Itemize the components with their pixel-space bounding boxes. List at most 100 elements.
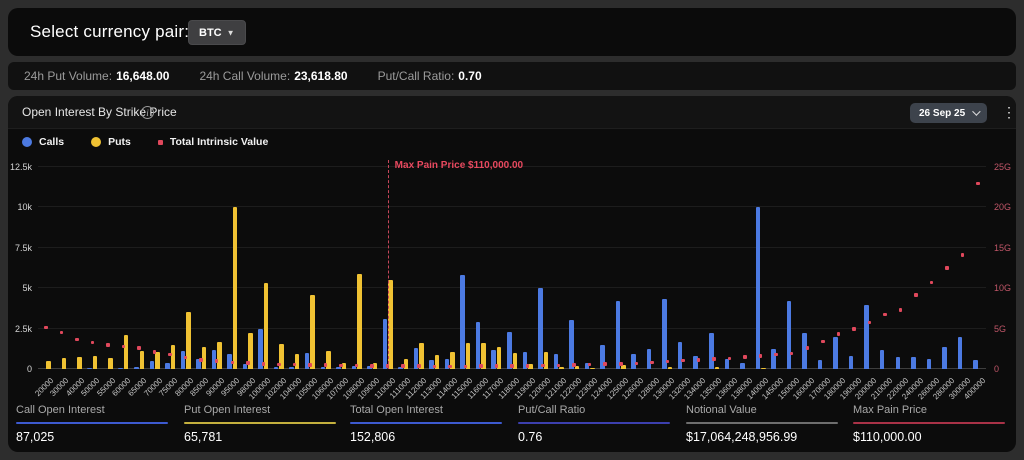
intrinsic-value-dot	[867, 320, 872, 325]
intrinsic-value-dot	[417, 364, 421, 368]
legend-item-intrinsic[interactable]: Total Intrinsic Value	[157, 136, 268, 148]
footer-stat: Notional Value $17,064,248,956.99	[686, 404, 838, 444]
put-bar	[77, 356, 82, 369]
info-icon[interactable]: i	[141, 106, 154, 119]
currency-dropdown[interactable]: BTC ▼	[188, 20, 246, 45]
call-bar	[942, 347, 947, 369]
call-bar	[677, 342, 683, 369]
legend-item-puts[interactable]: Puts	[91, 136, 131, 148]
footer-stat: Call Open Interest 87,025	[16, 404, 168, 444]
intrinsic-value-dot	[696, 358, 701, 362]
intrinsic-value-dot	[587, 362, 592, 367]
put-bar	[232, 207, 238, 369]
intrinsic-value-dot	[960, 253, 965, 257]
intrinsic-value-dot	[619, 362, 623, 366]
put-bar	[155, 352, 160, 369]
call-bar	[382, 318, 388, 369]
put-bar	[217, 341, 222, 369]
call-bar	[802, 333, 807, 369]
call-bar	[662, 298, 667, 369]
call-bar	[165, 363, 170, 369]
call-bar	[615, 301, 621, 369]
kebab-menu-icon[interactable]: ⋮	[1002, 104, 1016, 120]
intrinsic-value-dot	[650, 360, 654, 365]
call-bar	[242, 364, 248, 369]
intrinsic-value-dot	[898, 308, 903, 312]
intrinsic-value-dot	[168, 352, 172, 357]
currency-dropdown-label: BTC	[199, 26, 222, 39]
put-bar	[92, 355, 98, 369]
call-bar	[87, 368, 92, 369]
intrinsic-value-dot	[758, 354, 763, 358]
y-axis-right-tick: 15G	[994, 242, 1012, 253]
put-bar	[61, 358, 67, 369]
call-volume-stat: 24h Call Volume: 23,618.80	[199, 69, 348, 83]
intrinsic-value-dot	[510, 364, 514, 368]
intrinsic-value-dot	[665, 359, 670, 364]
put-bar	[123, 335, 129, 369]
put-bar	[170, 344, 176, 369]
call-bar	[957, 336, 963, 369]
call-bar	[817, 360, 823, 369]
call-bar	[538, 288, 543, 369]
call-bar	[864, 305, 869, 369]
put-bar	[186, 312, 191, 369]
call-bar	[289, 367, 294, 369]
volume-stats-bar: 24h Put Volume: 16,648.00 24h Call Volume…	[8, 62, 1016, 90]
y-axis-right-tick: 5G	[994, 323, 1007, 334]
intrinsic-value-dot	[774, 352, 778, 357]
call-bar	[771, 348, 776, 369]
intrinsic-value-dot	[339, 363, 343, 368]
intrinsic-marker-icon	[157, 139, 163, 145]
put-bar	[621, 364, 626, 369]
put-bar	[263, 283, 269, 369]
call-bar	[320, 367, 325, 369]
y-axis-right-tick: 20G	[994, 202, 1012, 213]
intrinsic-value-dot	[370, 364, 374, 368]
y-axis-left-tick: 7.5k	[14, 242, 32, 253]
put-bar	[294, 353, 300, 369]
footer-stat: Max Pain Price $110,000.00	[853, 404, 1005, 444]
calls-marker-icon	[22, 137, 32, 147]
intrinsic-value-dot	[214, 359, 219, 363]
open-interest-panel: Open Interest By Strike Price i 26 Sep 2…	[8, 96, 1016, 452]
call-bar	[848, 356, 854, 369]
intrinsic-value-dot	[230, 360, 234, 365]
intrinsic-value-dot	[261, 362, 266, 366]
expiry-date-dropdown[interactable]: 26 Sep 25	[910, 103, 988, 123]
call-bar	[134, 367, 139, 369]
call-bar	[336, 367, 341, 369]
call-bar	[911, 356, 916, 369]
y-axis-left-tick: 0	[26, 364, 32, 374]
intrinsic-value-dot	[106, 343, 110, 347]
intrinsic-value-dot	[59, 330, 64, 335]
dashboard: Select currency pair: BTC ▼ 24h Put Volu…	[0, 0, 1024, 460]
y-axis-right-tick: 0	[994, 364, 1000, 374]
footer-stat: Total Open Interest 152,806	[350, 404, 502, 444]
call-bar	[833, 336, 838, 369]
y-axis-right-tick: 10G	[994, 283, 1012, 294]
intrinsic-value-dot	[75, 337, 79, 342]
put-bar	[310, 294, 315, 369]
put-bar	[761, 368, 766, 369]
call-bar	[569, 319, 574, 369]
intrinsic-value-dot	[432, 364, 437, 368]
call-bar	[926, 359, 932, 369]
call-bar	[895, 356, 901, 369]
intrinsic-value-dot	[634, 361, 639, 366]
y-axis-left-tick: 12.5k	[9, 162, 32, 172]
currency-pair-panel: Select currency pair: BTC ▼	[8, 8, 1016, 56]
intrinsic-value-dot	[463, 364, 468, 368]
chevron-down-icon	[972, 107, 981, 116]
intrinsic-value-dot	[90, 340, 95, 345]
intrinsic-value-dot	[152, 350, 157, 354]
put-bar	[46, 360, 51, 369]
call-bar	[460, 275, 465, 369]
call-bar	[180, 351, 186, 369]
legend-item-calls[interactable]: Calls	[22, 136, 64, 148]
put-bar	[559, 367, 564, 369]
call-bar	[786, 301, 792, 369]
put-bar	[108, 358, 113, 369]
intrinsic-value-dot	[494, 364, 499, 368]
call-bar	[646, 348, 652, 369]
